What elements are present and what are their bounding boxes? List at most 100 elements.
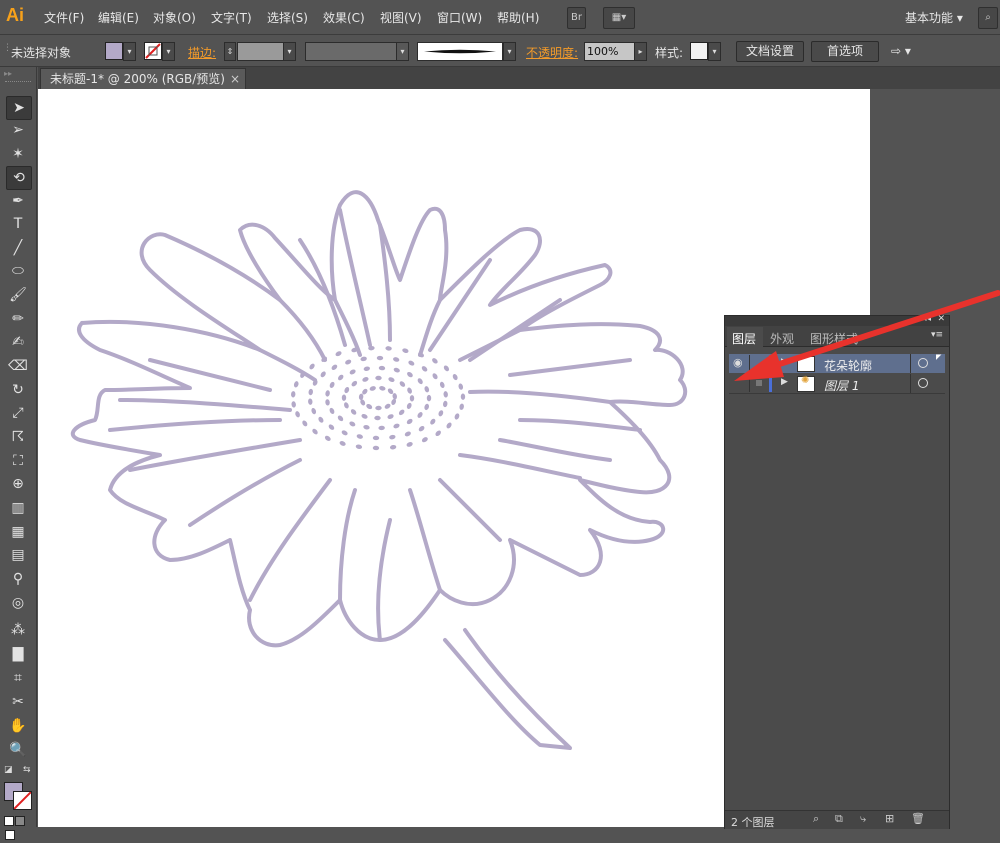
lasso-tool-icon[interactable]: ⟲ <box>6 166 32 190</box>
center-dot <box>430 418 436 425</box>
graphic-style-swatch[interactable] <box>690 42 708 60</box>
eyedropper-tool-icon[interactable]: ⚲ <box>6 568 30 590</box>
ellipse-tool-icon[interactable]: ⬭ <box>6 260 30 282</box>
menu-object[interactable]: 对象(O) <box>153 9 196 26</box>
menu-edit[interactable]: 编辑(E) <box>98 9 139 26</box>
slice-tool-icon[interactable]: ✂ <box>6 691 30 713</box>
default-colors-icon[interactable]: ◪ <box>4 765 13 775</box>
menu-help[interactable]: 帮助(H) <box>497 9 539 26</box>
center-dot <box>421 366 428 372</box>
warp-tool-icon[interactable]: ☈ <box>6 426 30 448</box>
paintbrush-tool-icon[interactable]: 🖌 <box>6 284 30 306</box>
toolbox-collapse-icon[interactable]: ▸▸ <box>4 69 12 78</box>
free-transform-tool-icon[interactable]: ⛶ <box>6 450 30 472</box>
shape-builder-tool-icon[interactable]: ⊕ <box>6 473 30 495</box>
rotate-tool-icon[interactable]: ↻ <box>6 379 30 401</box>
zoom-tool-icon[interactable]: 🔍 <box>6 739 30 761</box>
opacity-field[interactable]: 100% <box>584 42 636 61</box>
workspace-label: 基本功能 <box>905 11 954 25</box>
variable-width-profile[interactable] <box>305 42 400 61</box>
swap-colors-icon[interactable]: ⇆ <box>23 765 31 775</box>
document-tab[interactable]: 未标题-1* @ 200% (RGB/预览) × <box>40 68 246 90</box>
center-dot <box>362 377 369 382</box>
stroke-color-swatch[interactable] <box>144 42 162 60</box>
arrange-documents-button[interactable]: ▦▾ <box>603 7 635 29</box>
center-dot <box>293 381 299 388</box>
close-tab-icon[interactable]: × <box>230 69 240 89</box>
variable-width-dropdown[interactable]: ▾ <box>396 42 409 61</box>
stroke-swatch[interactable] <box>13 791 32 810</box>
menu-file[interactable]: 文件(F) <box>44 9 84 26</box>
new-layer-icon[interactable]: ⊞ <box>885 812 894 825</box>
center-dot <box>393 367 400 373</box>
center-dot <box>387 414 394 419</box>
center-dot <box>392 393 397 400</box>
stroke-label[interactable]: 描边: <box>188 44 216 61</box>
gradient-tool-icon[interactable]: ▤ <box>6 544 30 566</box>
center-dot <box>388 377 395 383</box>
new-sublayer-icon[interactable]: ⤷ <box>860 812 866 826</box>
symbol-sprayer-tool-icon[interactable]: ⁂ <box>6 619 30 641</box>
stroke-weight-field[interactable] <box>237 42 284 61</box>
delete-layer-icon[interactable]: 🗑 <box>911 812 925 825</box>
menu-effect[interactable]: 效果(C) <box>323 9 365 26</box>
line-tool-icon[interactable]: ╱ <box>6 237 30 259</box>
column-graph-tool-icon[interactable]: ▥ <box>6 497 30 519</box>
center-dot <box>443 400 448 408</box>
center-dot <box>318 416 324 423</box>
opacity-dropdown[interactable]: ▸ <box>634 42 647 61</box>
brush-definition[interactable] <box>417 42 503 61</box>
workspace-switcher[interactable]: 基本功能 ▾ <box>905 9 963 26</box>
document-tab-title: 未标题-1* @ 200% (RGB/预览) <box>50 72 225 86</box>
brush-dropdown[interactable]: ▾ <box>503 42 516 61</box>
bar-graph-tool-icon[interactable]: ▇ <box>6 643 30 665</box>
menu-type[interactable]: 文字(T) <box>211 9 252 26</box>
search-button[interactable]: ⌕ <box>978 7 998 29</box>
stroke-weight-dropdown[interactable]: ▾ <box>283 42 296 61</box>
scale-tool-icon[interactable]: ⤢ <box>6 402 30 424</box>
menu-view[interactable]: 视图(V) <box>380 9 422 26</box>
hand-tool-icon[interactable]: ✋ <box>6 715 30 737</box>
clipping-mask-icon[interactable]: ⧉ <box>835 812 843 826</box>
center-dot <box>325 399 330 406</box>
center-dot <box>375 405 382 411</box>
center-dot <box>350 409 357 415</box>
center-dot <box>358 393 364 401</box>
locate-object-icon[interactable]: ⌕ <box>813 812 819 826</box>
center-dot <box>339 441 346 446</box>
fill-color-swatch[interactable] <box>105 42 123 60</box>
stroke-weight-stepper[interactable]: ⇕ <box>224 42 236 61</box>
center-dot <box>406 442 413 447</box>
center-dot <box>384 403 391 409</box>
arrange-icon[interactable]: ⇨ ▾ <box>891 44 911 58</box>
blend-tool-icon[interactable]: ◎ <box>6 592 30 614</box>
graphic-style-dropdown[interactable]: ▾ <box>708 42 721 61</box>
type-tool-icon[interactable]: T <box>6 213 30 235</box>
center-dot <box>291 391 296 398</box>
pen-tool-icon[interactable]: ✒ <box>6 190 30 212</box>
center-dot <box>374 415 381 421</box>
center-dot <box>409 395 415 402</box>
opacity-label[interactable]: 不透明度: <box>526 44 578 61</box>
center-dot <box>393 357 400 362</box>
selection-tool-icon[interactable]: ➤ <box>6 96 32 120</box>
fill-dropdown-arrow[interactable]: ▾ <box>123 42 136 61</box>
menu-window[interactable]: 窗口(W) <box>437 9 482 26</box>
preferences-button[interactable]: 首选项 <box>811 41 879 62</box>
center-dot <box>407 371 413 378</box>
bridge-button[interactable]: Br <box>567 7 586 29</box>
color-mode-buttons[interactable] <box>4 815 32 840</box>
search-icon: ⌕ <box>985 12 991 23</box>
stroke-dropdown-arrow[interactable]: ▾ <box>162 42 175 61</box>
center-dot <box>344 387 350 394</box>
eraser-tool-icon[interactable]: ⌫ <box>6 355 30 377</box>
artboard-tool-icon[interactable]: ⌗ <box>6 667 30 689</box>
mesh-tool-icon[interactable]: ▦ <box>6 521 30 543</box>
blob-brush-tool-icon[interactable]: ✍ <box>6 331 30 353</box>
direct-selection-tool-icon[interactable]: ➢ <box>6 119 30 141</box>
pencil-tool-icon[interactable]: ✏ <box>6 308 30 330</box>
menu-select[interactable]: 选择(S) <box>267 9 308 26</box>
document-setup-button[interactable]: 文档设置 <box>736 41 804 62</box>
magic-wand-tool-icon[interactable]: ✶ <box>6 143 30 165</box>
arrow-icon <box>734 290 1000 381</box>
